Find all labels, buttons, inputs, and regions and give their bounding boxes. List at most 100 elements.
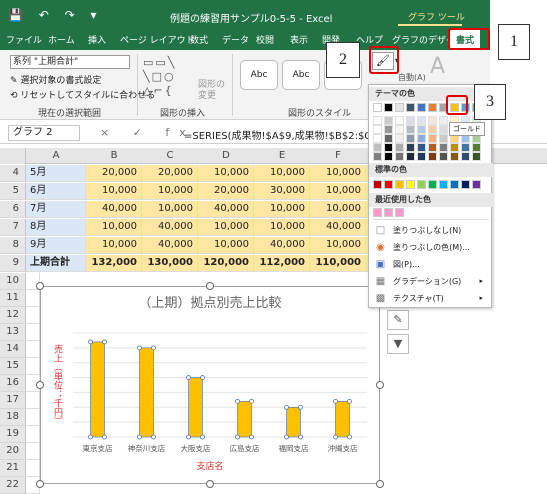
theme-tint-swatch[interactable] <box>417 125 426 134</box>
row-header[interactable]: 22 <box>0 477 26 494</box>
tab-insert[interactable]: 挿入 <box>88 33 106 46</box>
cell-value[interactable]: 10,000 <box>198 165 254 182</box>
cell-value[interactable]: 10,000 <box>254 201 310 218</box>
row-header[interactable]: 15 <box>0 358 26 375</box>
row-header[interactable]: 21 <box>0 460 26 477</box>
cell-value[interactable]: 10,000 <box>86 183 142 200</box>
menu-item-gradient[interactable]: ▦ グラデーション(G) ▸ <box>373 274 489 289</box>
selection-handle[interactable] <box>284 404 289 410</box>
theme-tint-swatch[interactable] <box>395 152 404 161</box>
standard-color-swatch[interactable] <box>450 180 459 189</box>
row-header[interactable]: 9 <box>0 255 26 272</box>
row-header[interactable]: 18 <box>0 409 26 426</box>
selection-handle[interactable] <box>249 398 254 404</box>
theme-color-swatch[interactable] <box>373 103 382 112</box>
x-axis-title[interactable]: 支店名 <box>196 460 223 472</box>
column-a[interactable]: A <box>26 150 86 161</box>
standard-color-swatch[interactable] <box>406 180 415 189</box>
empty-cell[interactable] <box>26 460 40 477</box>
shape-gallery[interactable]: ▭▭╲ ╲□○ △⌐{ <box>143 56 176 98</box>
theme-color-swatch[interactable] <box>428 103 437 112</box>
empty-cell[interactable] <box>26 443 40 460</box>
shape-style-1[interactable]: Abc <box>240 60 278 90</box>
cell-label[interactable]: 6月 <box>26 183 86 200</box>
selection-handle[interactable] <box>88 339 93 345</box>
row-header[interactable]: 6 <box>0 201 26 218</box>
menu-item-palette[interactable]: ◉ 塗りつぶしの色(M)... <box>373 240 489 255</box>
theme-tint-swatch[interactable] <box>384 134 393 143</box>
row-header[interactable]: 17 <box>0 392 26 409</box>
cell-value[interactable]: 10,000 <box>254 219 310 236</box>
chart-styles-button[interactable]: ✎ <box>387 310 409 330</box>
row-header[interactable]: 8 <box>0 237 26 254</box>
theme-color-swatch[interactable] <box>417 103 426 112</box>
theme-tint-swatch[interactable] <box>395 143 404 152</box>
row-header[interactable]: 5 <box>0 183 26 200</box>
cell-value[interactable]: 10,000 <box>310 165 366 182</box>
row-header[interactable]: 4 <box>0 165 26 182</box>
row-header[interactable]: 11 <box>0 290 26 307</box>
cell-value[interactable]: 40,000 <box>310 219 366 236</box>
theme-tint-swatch[interactable] <box>373 125 382 134</box>
cell-value[interactable]: 20,000 <box>198 183 254 200</box>
theme-tint-swatch[interactable] <box>417 134 426 143</box>
theme-tint-swatch[interactable] <box>417 116 426 125</box>
shape-style-2[interactable]: Abc <box>282 60 320 90</box>
theme-tint-swatch[interactable] <box>428 152 437 161</box>
empty-cell[interactable] <box>26 341 40 358</box>
auto-color-option[interactable]: 自動(A) <box>398 72 426 83</box>
theme-tint-swatch[interactable] <box>439 116 448 125</box>
theme-tint-swatch[interactable] <box>395 134 404 143</box>
theme-tint-swatch[interactable] <box>439 134 448 143</box>
cell-value[interactable]: 40,000 <box>142 237 198 254</box>
theme-tint-swatch[interactable] <box>373 116 382 125</box>
empty-cell[interactable] <box>26 290 40 307</box>
selection-handle[interactable] <box>200 434 205 440</box>
cell-value[interactable]: 40,000 <box>86 201 142 218</box>
tab-view[interactable]: 表示 <box>290 33 308 46</box>
theme-tint-swatch[interactable] <box>406 134 415 143</box>
chart-title[interactable]: （上期）拠点別売上比較 <box>138 295 281 311</box>
row-header[interactable]: 13 <box>0 324 26 341</box>
bar[interactable] <box>188 377 203 438</box>
theme-tint-swatch[interactable] <box>439 152 448 161</box>
formula-input[interactable]: =SERIES(成果物!$A$9,成果物!$B$2:$G$2 <box>184 127 385 142</box>
theme-tint-swatch[interactable] <box>384 116 393 125</box>
selection-handle[interactable] <box>151 434 156 440</box>
theme-tint-swatch[interactable] <box>461 143 470 152</box>
cell-value[interactable]: 10,000 <box>310 237 366 254</box>
theme-color-swatch[interactable] <box>406 103 415 112</box>
cell-value[interactable]: 112,000 <box>254 255 310 272</box>
selection-handle[interactable] <box>200 375 205 380</box>
theme-tint-swatch[interactable] <box>406 125 415 134</box>
resize-handle[interactable] <box>206 480 214 488</box>
resize-handle[interactable] <box>206 282 214 290</box>
theme-tint-swatch[interactable] <box>406 143 415 152</box>
cell-value[interactable]: 40,000 <box>142 219 198 236</box>
column-c[interactable]: C <box>142 150 198 161</box>
cell-label[interactable]: 7月 <box>26 201 86 218</box>
column-e[interactable]: E <box>254 150 310 161</box>
reset-style-button[interactable]: ⟲ リセットしてスタイルに合わせる <box>10 88 155 101</box>
selection-handle[interactable] <box>298 434 303 440</box>
standard-color-swatch[interactable] <box>384 180 393 189</box>
theme-tint-swatch[interactable] <box>417 152 426 161</box>
selection-handle[interactable] <box>102 339 107 345</box>
y-axis-title[interactable]: 売上（単位：千円） <box>52 343 63 425</box>
theme-tint-swatch[interactable] <box>406 116 415 125</box>
selection-handle[interactable] <box>347 398 352 404</box>
bar[interactable] <box>237 401 252 438</box>
selection-handle[interactable] <box>186 434 191 440</box>
theme-tint-swatch[interactable] <box>472 152 481 161</box>
theme-tint-swatch[interactable] <box>406 152 415 161</box>
cell-label[interactable]: 上期合計 <box>26 255 86 272</box>
bar[interactable] <box>335 401 350 438</box>
tab-review[interactable]: 校閲 <box>256 33 274 46</box>
cell-value[interactable]: 20,000 <box>142 165 198 182</box>
theme-tint-swatch[interactable] <box>428 116 437 125</box>
cell-value[interactable]: 10,000 <box>142 183 198 200</box>
formula-icons[interactable]: × ✓ fx <box>100 126 196 139</box>
empty-cell[interactable] <box>26 392 40 409</box>
chart-element-dropdown[interactable]: 系列 "上期合計" <box>10 55 130 69</box>
standard-color-swatch[interactable] <box>395 180 404 189</box>
